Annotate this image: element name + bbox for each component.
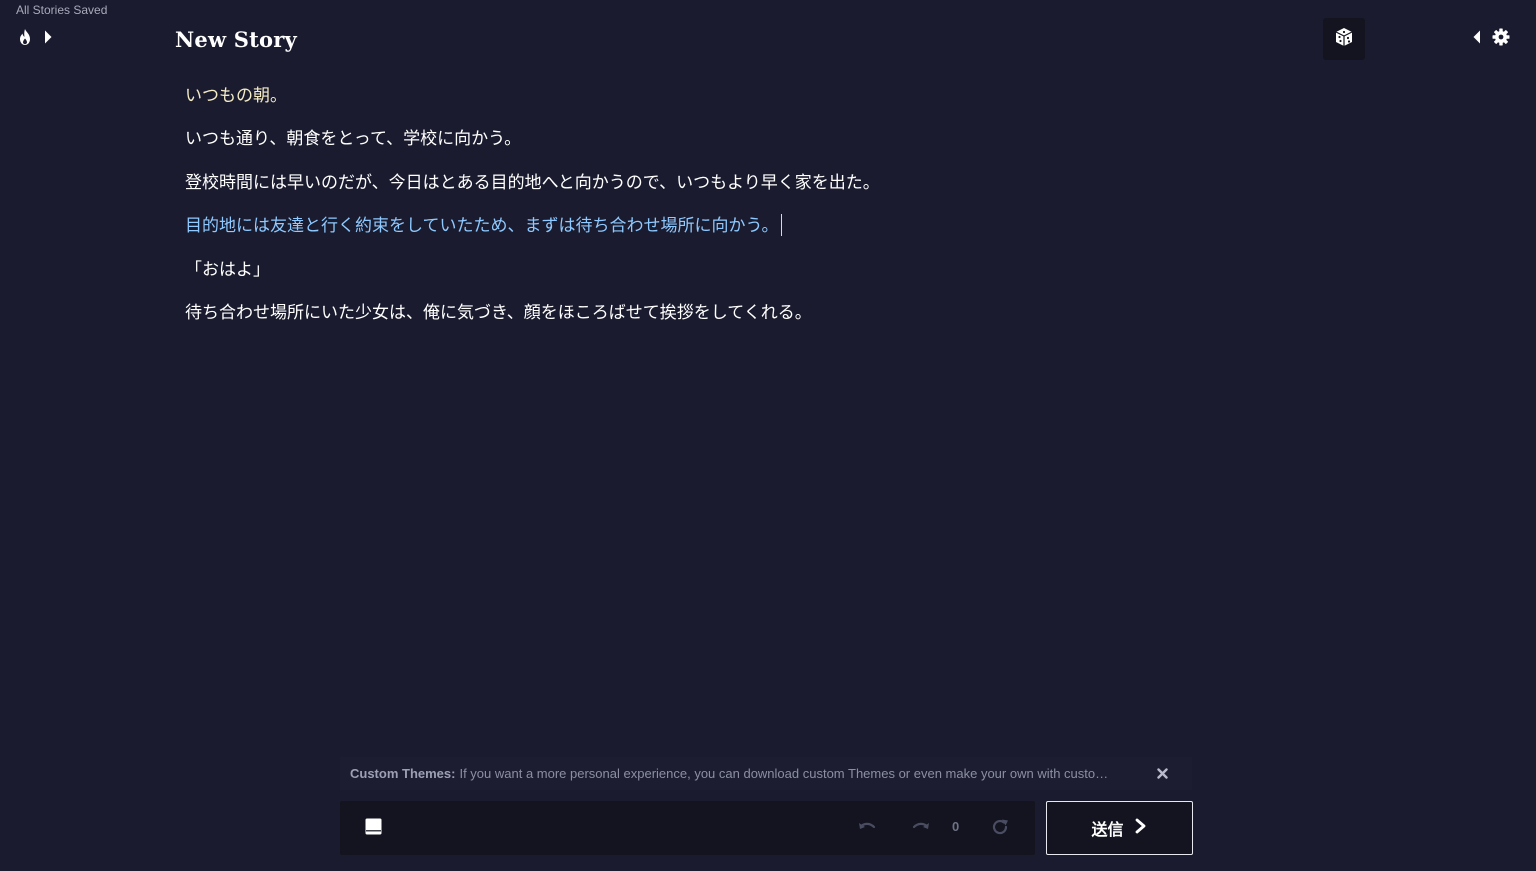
book-icon <box>365 818 382 839</box>
story-paragraph-text: 目的地には友達と行く約束をしていたため、まずは待ち合わせ場所に向かう。 <box>185 216 779 237</box>
story-text-area[interactable]: いつもの朝。 いつも通り、朝食をとって、学校に向かう。 登校時間には早いのだが、… <box>185 82 1285 342</box>
app-frame: All Stories Saved New Story いつもの朝。 いつも通り… <box>0 0 1536 871</box>
story-paragraph[interactable]: いつも通り、朝食をとって、学校に向かう。 <box>185 125 1285 153</box>
tip-label: Custom Themes: <box>350 766 456 781</box>
chevron-right-icon <box>1134 818 1148 838</box>
story-paragraph[interactable]: 「おはよ」 <box>185 256 1285 284</box>
dice-icon <box>1334 27 1354 51</box>
right-controls <box>1472 28 1510 46</box>
story-paragraph-edited[interactable]: 目的地には友達と行く約束をしていたため、まずは待ち合わせ場所に向かう。 <box>185 212 1285 240</box>
send-label: 送信 <box>1091 820 1124 839</box>
chevron-left-icon[interactable] <box>1472 29 1482 45</box>
story-paragraph[interactable]: 登校時間には早いのだが、今日はとある目的地へと向かうので、いつもより早く家を出た… <box>185 169 1285 197</box>
tip-text: If you want a more personal experience, … <box>459 766 1109 781</box>
fire-icon[interactable] <box>17 28 33 46</box>
input-mode-button[interactable] <box>364 818 382 839</box>
close-icon[interactable] <box>1157 768 1168 779</box>
left-controls <box>17 28 53 46</box>
random-button[interactable] <box>1323 18 1365 60</box>
chevron-right-icon[interactable] <box>43 29 53 45</box>
story-title[interactable]: New Story <box>175 27 297 52</box>
tip-content: Custom Themes: If you want a more persona… <box>350 766 1145 781</box>
tip-banner: Custom Themes: If you want a more persona… <box>340 757 1192 790</box>
undo-icon[interactable] <box>857 820 877 840</box>
gear-icon[interactable] <box>1492 28 1510 46</box>
text-cursor <box>781 214 783 237</box>
redo-icon[interactable] <box>911 820 931 840</box>
retry-icon[interactable] <box>990 817 1010 841</box>
story-paragraph[interactable]: いつもの朝。 <box>185 82 1285 110</box>
step-counter: 0 <box>952 819 960 834</box>
story-paragraph[interactable]: 待ち合わせ場所にいた少女は、俺に気づき、顔をほころばせて挨拶をしてくれる。 <box>185 299 1285 327</box>
save-status: All Stories Saved <box>16 3 108 17</box>
send-button[interactable]: 送信 <box>1046 801 1193 855</box>
input-panel: 0 <box>340 801 1035 855</box>
